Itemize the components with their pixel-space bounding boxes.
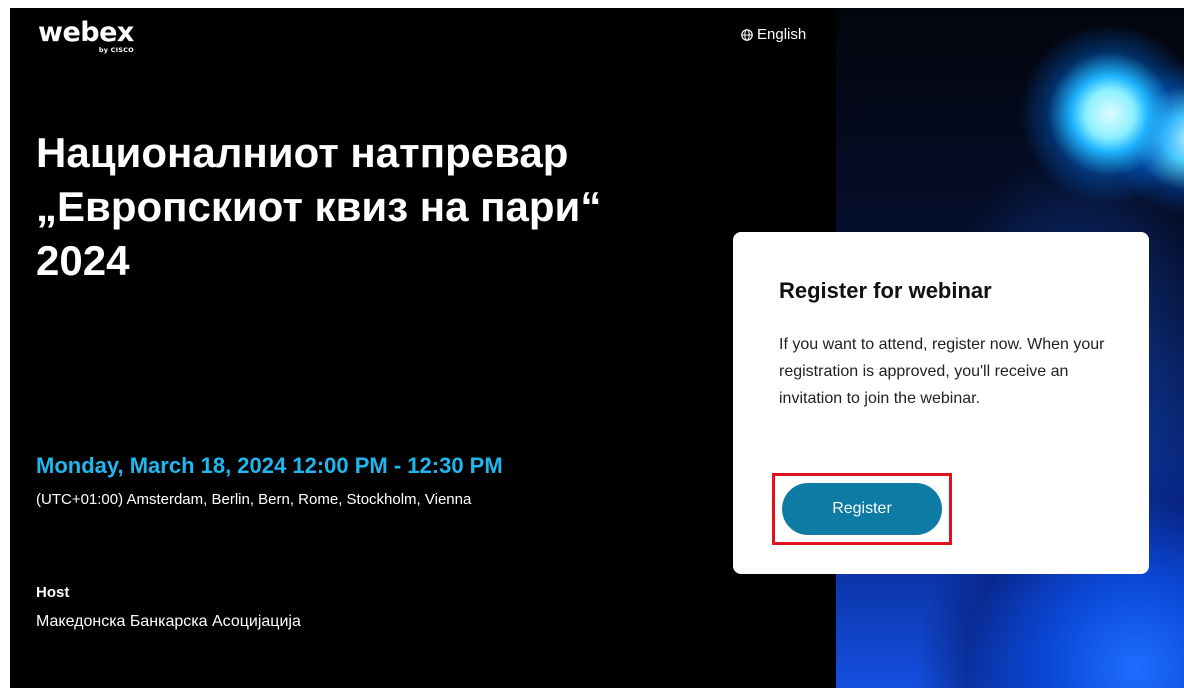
globe-icon bbox=[741, 28, 753, 41]
webex-logo: webex by CISCO bbox=[38, 17, 134, 55]
register-button-highlight: Register bbox=[772, 473, 952, 545]
language-selector[interactable]: English bbox=[741, 26, 806, 43]
registration-heading: Register for webinar bbox=[779, 278, 992, 303]
page-frame: webex by CISCO English Националниот натп… bbox=[10, 8, 1184, 688]
host-label: Host bbox=[36, 584, 70, 601]
event-datetime: Monday, March 18, 2024 12:00 PM - 12:30 … bbox=[36, 453, 503, 478]
registration-card: Register for webinar If you want to atte… bbox=[733, 232, 1149, 574]
host-name: Македонска Банкарска Асоцијација bbox=[36, 613, 301, 630]
register-button[interactable]: Register bbox=[782, 483, 942, 535]
registration-description: If you want to attend, register now. Whe… bbox=[779, 336, 1105, 407]
event-timezone: (UTC+01:00) Amsterdam, Berlin, Bern, Rom… bbox=[36, 491, 472, 508]
event-title: Националниот натпревар „Европскиот квиз … bbox=[36, 129, 602, 284]
logo-wordmark: webex bbox=[38, 17, 134, 48]
language-label: English bbox=[757, 26, 807, 43]
